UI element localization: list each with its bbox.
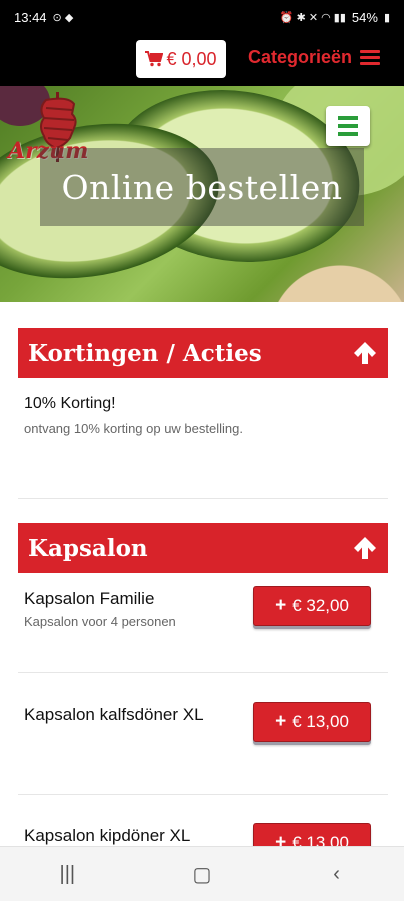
hero-title: Online bestellen xyxy=(61,167,343,207)
divider xyxy=(18,498,388,499)
system-nav-bar: ||| ▢ ‹ xyxy=(0,846,404,901)
categories-label: Categorieën xyxy=(248,47,353,67)
item-price: € 13,00 xyxy=(292,712,349,731)
cart-button[interactable]: € 0,00 xyxy=(136,40,226,78)
item-price: € 32,00 xyxy=(292,596,349,615)
arrow-up-icon[interactable] xyxy=(352,535,378,561)
divider xyxy=(18,794,388,795)
hero-banner: Arzum Online bestellen xyxy=(0,86,404,302)
battery-icon: ▮ xyxy=(383,11,390,24)
menu-bar-icon xyxy=(338,124,358,128)
add-to-cart-button[interactable]: + € 13,00 xyxy=(253,702,371,742)
status-bar: 13:44 ⊙ ◆ ⏰ ✱ ✕ ◠ ▮▮ 54% ▮ xyxy=(0,0,404,34)
cart-icon xyxy=(145,51,164,67)
menu-bar-icon xyxy=(338,132,358,136)
menu-item-description: Kapsalon voor 4 personen xyxy=(24,614,176,629)
promo-description: ontvang 10% korting op uw bestelling. xyxy=(24,421,243,436)
section-header-kapsalon[interactable]: Kapsalon xyxy=(18,523,388,573)
arrow-up-icon[interactable] xyxy=(352,340,378,366)
home-icon[interactable]: ▢ xyxy=(182,862,222,887)
section-title: Kapsalon xyxy=(28,534,148,562)
section-title: Kortingen / Acties xyxy=(28,339,262,367)
menu-item-name: Kapsalon kalfsdöner XL xyxy=(24,705,204,724)
hamburger-icon xyxy=(360,47,381,68)
hero-title-box: Online bestellen xyxy=(40,148,364,226)
section-header-kortingen[interactable]: Kortingen / Acties xyxy=(18,328,388,378)
status-time: 13:44 xyxy=(14,9,47,25)
plus-icon: + xyxy=(275,711,287,732)
promo-title: 10% Korting! xyxy=(24,395,116,412)
menu-item-name: Kapsalon Familie xyxy=(24,589,155,608)
plus-icon: + xyxy=(275,595,287,616)
side-menu-button[interactable] xyxy=(326,106,370,146)
back-icon[interactable]: ‹ xyxy=(317,863,357,886)
categories-button[interactable]: Categorieën xyxy=(248,47,381,68)
recent-apps-icon[interactable]: ||| xyxy=(47,863,87,886)
divider xyxy=(18,672,388,673)
battery-level: 54% xyxy=(351,9,378,25)
add-to-cart-button[interactable]: + € 32,00 xyxy=(253,586,371,626)
menu-bar-icon xyxy=(338,116,358,120)
system-icons: ⏰ ✱ ✕ ◠ ▮▮ xyxy=(279,11,346,24)
cart-amount: € 0,00 xyxy=(166,48,217,69)
notification-icons: ⊙ ◆ xyxy=(52,11,74,24)
